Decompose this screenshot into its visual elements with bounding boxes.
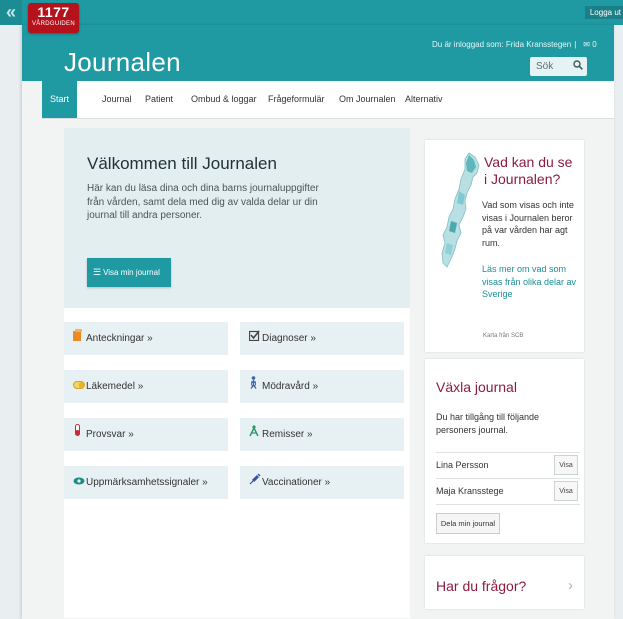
logo-text: VÅRDGUIDEN bbox=[31, 21, 75, 27]
list-icon: ☰ bbox=[93, 267, 102, 277]
logo-1177[interactable]: 1177 VÅRDGUIDEN bbox=[28, 3, 79, 33]
card-diagnoser[interactable]: Diagnoser » bbox=[240, 322, 404, 355]
show-my-journal-button[interactable]: ☰ Visa min journal bbox=[87, 258, 171, 287]
referral-icon bbox=[249, 418, 259, 451]
card-modravard[interactable]: Mödravård » bbox=[240, 370, 404, 403]
main-content: Journalen Du är inloggad som: Frida Kran… bbox=[22, 25, 614, 619]
page-title: Journalen bbox=[64, 47, 181, 77]
header: Journalen Du är inloggad som: Frida Kran… bbox=[22, 25, 614, 81]
info-panel: Vad kan du se i Journalen? Vad som visas… bbox=[425, 140, 584, 352]
checkbox-icon bbox=[248, 322, 260, 355]
card-vaccinationer[interactable]: Vaccinationer » bbox=[240, 466, 404, 499]
welcome-text: Här kan du läsa dina och dina barns jour… bbox=[87, 183, 319, 221]
search-button[interactable]: Sök bbox=[530, 57, 587, 76]
logged-in-label: Du är inloggad som: bbox=[432, 40, 504, 49]
test-tube-icon bbox=[73, 418, 82, 451]
card-label: Läkemedel » bbox=[86, 381, 144, 392]
message-count[interactable]: 0 bbox=[592, 40, 596, 49]
welcome-panel: Välkommen till Journalen Här kan du läsa… bbox=[64, 128, 410, 308]
tab-alternativ[interactable]: Alternativ bbox=[405, 81, 443, 118]
card-label: Remisser » bbox=[262, 429, 313, 440]
card-lakemedel[interactable]: Läkemedel » bbox=[64, 370, 228, 403]
show-person-button[interactable]: Visa bbox=[554, 455, 578, 475]
card-anteckningar[interactable]: Anteckningar » bbox=[64, 322, 228, 355]
sweden-map-icon bbox=[441, 152, 480, 268]
syringe-icon bbox=[249, 466, 261, 499]
info-text: Vad som visas och inte visas i Journalen… bbox=[482, 200, 574, 248]
map-credit: Karta från SCB bbox=[483, 333, 524, 339]
person-name: Maja Kransstege bbox=[436, 486, 504, 496]
faq-title: Har du frågor? bbox=[436, 578, 527, 594]
tab-fragformular[interactable]: Frågeformulär bbox=[268, 81, 325, 118]
main-nav: Start Journal Patient Ombud & loggar Frå… bbox=[42, 81, 614, 119]
person-row: Maja Kransstege Visa bbox=[436, 479, 580, 503]
search-label: Sök bbox=[536, 61, 554, 72]
pill-icon bbox=[73, 370, 85, 403]
top-bar bbox=[0, 0, 623, 25]
card-label: Anteckningar » bbox=[86, 333, 153, 344]
show-my-journal-label: Visa min journal bbox=[103, 268, 160, 277]
share-my-journal-button[interactable]: Dela min journal bbox=[436, 513, 500, 534]
switch-journal-panel: Växla journal Du har tillgång till följa… bbox=[425, 359, 584, 543]
chevron-right-icon: › bbox=[568, 577, 573, 594]
notes-icon bbox=[73, 322, 82, 355]
faq-panel[interactable]: Har du frågor? › bbox=[425, 556, 584, 609]
tab-patient[interactable]: Patient bbox=[145, 81, 173, 118]
card-label: Mödravård » bbox=[262, 381, 319, 392]
card-label: Provsvar » bbox=[86, 429, 134, 440]
mother-icon bbox=[249, 370, 258, 403]
card-remisser[interactable]: Remisser » bbox=[240, 418, 404, 451]
tab-start[interactable]: Start bbox=[42, 81, 78, 118]
tab-om-journalen[interactable]: Om Journalen bbox=[339, 81, 396, 118]
card-uppmarksamhetssignaler[interactable]: Uppmärksamhetssignaler » bbox=[64, 466, 228, 499]
user-name[interactable]: Frida Kransstegen bbox=[506, 40, 571, 49]
person-name: Lina Persson bbox=[436, 460, 489, 470]
separator: | bbox=[574, 40, 577, 49]
double-chevron-left-icon: « bbox=[5, 2, 16, 22]
welcome-title: Välkommen till Journalen bbox=[87, 154, 277, 173]
card-label: Vaccinationer » bbox=[262, 477, 331, 488]
info-read-more-link[interactable]: Läs mer om vad som visas från olika dela… bbox=[482, 263, 580, 301]
collapse-sidebar-button[interactable]: « bbox=[0, 0, 22, 25]
tab-journal[interactable]: Journal bbox=[102, 81, 132, 118]
logo-number: 1177 bbox=[37, 4, 70, 20]
user-info: Du är inloggad som: Frida Kransstegen | ✉ … bbox=[432, 40, 597, 49]
switch-journal-title: Växla journal bbox=[436, 379, 517, 395]
card-label: Uppmärksamhetssignaler » bbox=[86, 477, 208, 488]
show-person-button[interactable]: Visa bbox=[554, 481, 578, 501]
category-grid: Anteckningar » Diagnoser » Läkemedel » M… bbox=[64, 308, 410, 618]
person-row: Lina Persson Visa bbox=[436, 453, 580, 477]
card-provsvar[interactable]: Provsvar » bbox=[64, 418, 228, 451]
logout-button[interactable]: Logga ut bbox=[584, 6, 623, 19]
search-icon bbox=[573, 57, 583, 76]
eye-icon bbox=[73, 466, 85, 499]
card-label: Diagnoser » bbox=[262, 333, 316, 344]
divider bbox=[436, 504, 580, 505]
info-title: Vad kan du se i Journalen? bbox=[484, 154, 573, 187]
tab-ombud-loggar[interactable]: Ombud & loggar bbox=[191, 81, 257, 118]
switch-journal-text: Du har tillgång till följande personers … bbox=[436, 412, 540, 435]
envelope-icon[interactable]: ✉ bbox=[583, 40, 590, 49]
